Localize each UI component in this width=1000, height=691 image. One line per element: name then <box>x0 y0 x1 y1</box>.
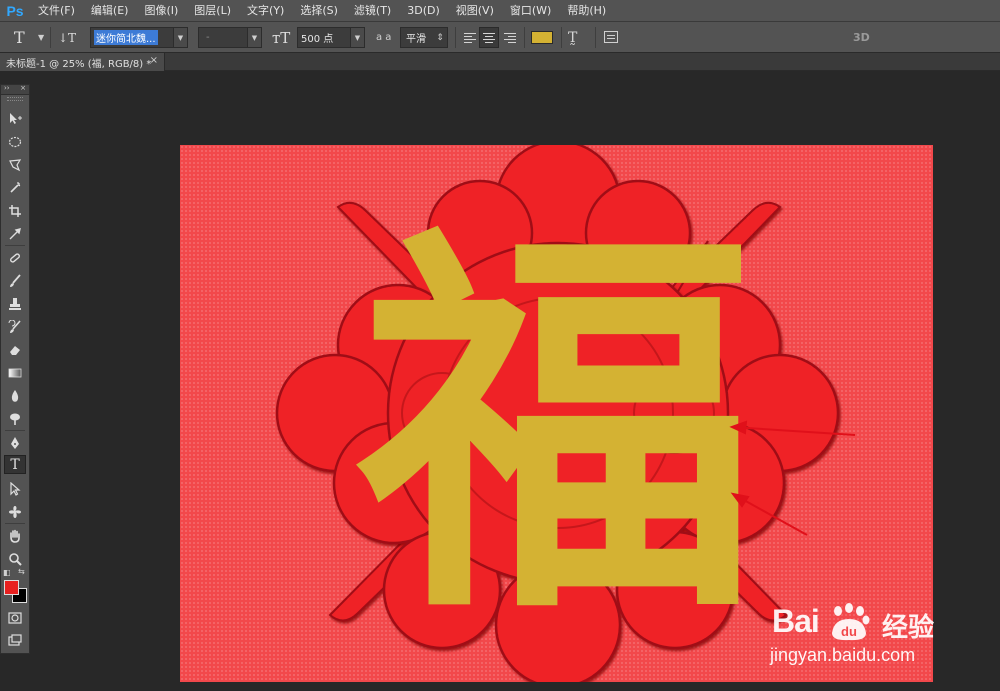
blur-tool-icon[interactable] <box>4 386 26 405</box>
document-tab[interactable]: 未标题-1 @ 25% (福, RGB/8) * × <box>0 53 165 71</box>
type-tool-icon[interactable]: T <box>4 455 26 474</box>
document-tab-title: 未标题-1 @ 25% (福, RGB/8) * <box>6 58 152 70</box>
close-icon[interactable]: × <box>150 55 158 66</box>
close-icon[interactable]: × <box>20 84 26 92</box>
chevron-down-icon[interactable]: ▼ <box>247 28 261 47</box>
anti-alias-select[interactable]: 平滑 ⇕ <box>400 27 448 48</box>
eyedropper-tool-icon[interactable] <box>4 224 26 243</box>
quick-mask-icon[interactable] <box>4 608 26 627</box>
menu-filter[interactable]: 滤镜(T) <box>346 0 399 22</box>
lasso-tool-icon[interactable] <box>4 155 26 174</box>
chevron-updown-icon[interactable]: ⇕ <box>433 28 447 47</box>
history-brush-tool-icon[interactable] <box>4 317 26 336</box>
menu-bar: Ps 文件(F) 编辑(E) 图像(I) 图层(L) 文字(Y) 选择(S) 滤… <box>0 0 1000 22</box>
anti-alias-value: 平滑 <box>406 34 426 45</box>
menu-edit[interactable]: 编辑(E) <box>83 0 137 22</box>
shape-tool-icon[interactable] <box>4 502 26 521</box>
baidu-paw-icon: du <box>832 603 870 641</box>
collapse-icon[interactable]: ›› <box>4 84 10 92</box>
toolbox-grip[interactable] <box>7 97 23 101</box>
chevron-down-icon[interactable]: ▼ <box>350 28 364 47</box>
menu-window[interactable]: 窗口(W) <box>502 0 559 22</box>
font-size-select[interactable]: 500 点 ▼ <box>297 27 365 48</box>
dodge-tool-icon[interactable] <box>4 409 26 428</box>
align-left-icon <box>464 32 476 34</box>
font-size-value: 500 点 <box>301 34 334 45</box>
zoom-tool-icon[interactable] <box>4 549 26 568</box>
font-style-value: - <box>206 32 210 43</box>
menu-image[interactable]: 图像(I) <box>136 0 186 22</box>
path-selection-tool-icon[interactable] <box>4 479 26 498</box>
text-orientation-icon[interactable]: ↓T <box>58 27 76 48</box>
brush-tool-icon[interactable] <box>4 271 26 290</box>
align-center-button[interactable] <box>479 27 499 48</box>
character-panel-icon[interactable] <box>604 31 618 43</box>
marquee-tool-icon[interactable] <box>4 132 26 151</box>
menu-3d[interactable]: 3D(D) <box>399 0 448 22</box>
canvas-text-character[interactable]: 福 <box>352 197 758 662</box>
anti-alias-icon: a a <box>376 32 392 43</box>
swap-colors-icon[interactable]: ⇆ <box>18 567 25 576</box>
menu-type[interactable]: 文字(Y) <box>239 0 292 22</box>
align-right-icon <box>504 32 516 34</box>
type-tool-preset-icon[interactable]: T <box>14 27 25 48</box>
align-right-button[interactable] <box>500 27 520 48</box>
crop-tool-icon[interactable] <box>4 201 26 220</box>
toolbox-header[interactable]: ›› × <box>1 84 29 95</box>
magic-wand-tool-icon[interactable] <box>4 178 26 197</box>
chevron-down-icon[interactable]: ▼ <box>173 28 187 47</box>
eraser-tool-icon[interactable] <box>4 340 26 359</box>
toolbox-panel: ›› × T ◧ ⇆ <box>0 84 30 654</box>
watermark-brand: Bai <box>772 603 820 639</box>
3d-button[interactable]: 3D <box>853 27 870 48</box>
watermark-url: jingyan.baidu.com <box>770 645 916 665</box>
clone-stamp-tool-icon[interactable] <box>4 294 26 313</box>
document-tab-bar: 未标题-1 @ 25% (福, RGB/8) * × <box>0 53 1000 71</box>
align-center-icon <box>483 32 495 34</box>
watermark-brand-du: du <box>841 624 857 639</box>
healing-brush-tool-icon[interactable] <box>4 248 26 267</box>
foreground-color-swatch[interactable] <box>4 580 19 595</box>
options-bar: T ▼ ↓T 迷你简北魏... ▼ - ▼ ᴛT 500 点 ▼ a a 平滑 … <box>0 22 1000 53</box>
baidu-jingyan-watermark: Bai du 经验 jingyan.baidu.com <box>760 583 1000 683</box>
menu-view[interactable]: 视图(V) <box>448 0 502 22</box>
menu-help[interactable]: 帮助(H) <box>559 0 614 22</box>
text-color-swatch[interactable] <box>531 31 553 44</box>
warp-text-icon[interactable]: T̰ <box>568 27 577 48</box>
menu-layer[interactable]: 图层(L) <box>186 0 239 22</box>
default-colors-icon[interactable]: ◧ <box>3 568 11 577</box>
font-style-select[interactable]: - ▼ <box>198 27 262 48</box>
font-family-value: 迷你简北魏... <box>94 30 158 45</box>
align-left-button[interactable] <box>460 27 480 48</box>
font-family-select[interactable]: 迷你简北魏... ▼ <box>90 27 188 48</box>
pen-tool-icon[interactable] <box>4 433 26 452</box>
menu-select[interactable]: 选择(S) <box>292 0 346 22</box>
menu-file[interactable]: 文件(F) <box>30 0 83 22</box>
chevron-down-icon[interactable]: ▼ <box>38 27 44 48</box>
gradient-tool-icon[interactable] <box>4 363 26 382</box>
font-size-icon: ᴛT <box>272 28 291 47</box>
photoshop-logo: Ps <box>6 2 24 19</box>
watermark-brand-cn: 经验 <box>882 613 935 643</box>
hand-tool-icon[interactable] <box>4 526 26 545</box>
move-tool-icon[interactable] <box>4 109 26 128</box>
screen-mode-icon[interactable] <box>4 631 26 650</box>
